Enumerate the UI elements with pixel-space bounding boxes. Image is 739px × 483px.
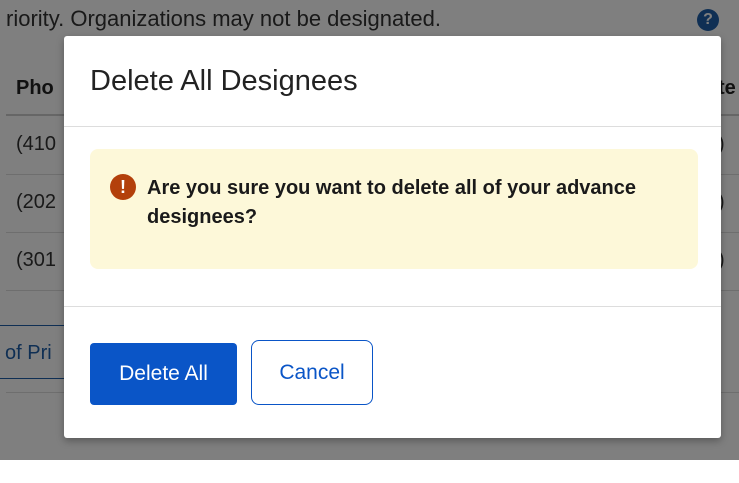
modal-header: Delete All Designees [64,36,721,127]
cancel-button[interactable]: Cancel [251,340,373,405]
warning-message: Are you sure you want to delete all of y… [147,177,637,228]
modal-title: Delete All Designees [90,65,358,97]
exclamation-circle-icon: ! [110,174,136,200]
warning-alert: ! Are you sure you want to delete all of… [90,149,698,269]
delete-all-dialog: Delete All Designees ! Are you sure you … [64,36,721,438]
delete-all-button[interactable]: Delete All [90,343,237,405]
modal-divider [64,306,721,307]
